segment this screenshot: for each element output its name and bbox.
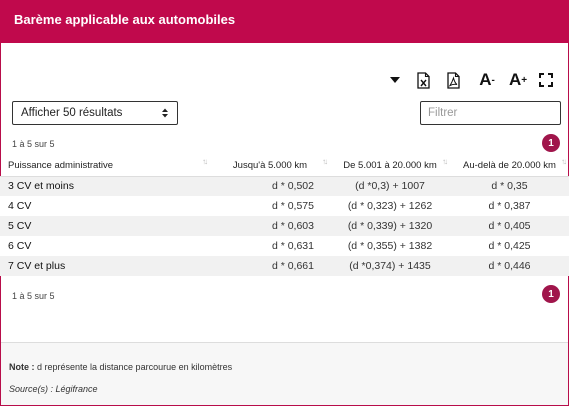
pdf-export-icon[interactable] — [444, 67, 462, 93]
source-line: Source(s) : Légifrance — [9, 384, 98, 394]
table-row: 7 CV et plus d * 0,661 (d *0,374) + 1435… — [0, 256, 569, 276]
table-cell: d * 0,661 — [210, 256, 330, 276]
page-size-value: Afficher 50 résultats — [21, 107, 123, 119]
caret-down-icon[interactable] — [388, 67, 402, 93]
table-cell: d * 0,35 — [450, 176, 569, 196]
table-footer: Note : d représente la distance parcouru… — [1, 343, 568, 405]
table-cell: d * 0,425 — [450, 236, 569, 256]
font-increase-label: A — [508, 70, 522, 89]
excel-export-icon[interactable] — [414, 67, 432, 93]
column-header-5000[interactable]: Jusqu'à 5.000 km ↑↓ — [210, 156, 330, 177]
page-size-select[interactable]: Afficher 50 résultats — [12, 101, 178, 125]
table-cell: 5 CV — [0, 216, 210, 236]
filter-placeholder: Filtrer — [428, 107, 458, 119]
sort-icon: ↑↓ — [322, 157, 328, 166]
font-decrease-icon[interactable]: A- — [476, 67, 498, 93]
source-link[interactable]: Légifrance — [53, 384, 98, 394]
sort-icon: ↑↓ — [442, 157, 448, 166]
font-decrease-label: A — [479, 70, 492, 89]
note-label: Note : — [9, 362, 35, 372]
table-row: 3 CV et moins d * 0,502 (d *0,3) + 1007 … — [0, 176, 569, 196]
widget-header: Barème applicable aux automobiles — [0, 0, 569, 43]
table-cell: 3 CV et moins — [0, 176, 210, 196]
page-title: Barème applicable aux automobiles — [14, 12, 236, 27]
pagination-page-bottom[interactable]: 1 — [542, 285, 560, 303]
table-cell: d * 0,446 — [450, 256, 569, 276]
note-text: d représente la distance parcourue en ki… — [34, 362, 233, 372]
table-cell: 7 CV et plus — [0, 256, 210, 276]
sort-icon: ↑↓ — [561, 157, 567, 166]
table-cell: 6 CV — [0, 236, 210, 256]
font-increase-sup: + — [521, 74, 528, 86]
column-header-puissance[interactable]: Puissance administrative ↑↓ — [0, 156, 210, 177]
pagination-page-top[interactable]: 1 — [542, 134, 560, 152]
column-header-20000[interactable]: De 5.001 à 20.000 km ↑↓ — [330, 156, 450, 177]
table-cell: d * 0,575 — [210, 196, 330, 216]
font-decrease-sup: - — [491, 74, 495, 86]
table-row: 6 CV d * 0,631 (d * 0,355) + 1382 d * 0,… — [0, 236, 569, 256]
table-row: 5 CV d * 0,603 (d * 0,339) + 1320 d * 0,… — [0, 216, 569, 236]
table-cell: d * 0,603 — [210, 216, 330, 236]
table-cell: (d * 0,339) + 1320 — [330, 216, 450, 236]
table-cell: (d *0,374) + 1435 — [330, 256, 450, 276]
font-increase-icon[interactable]: A + — [506, 67, 530, 93]
table-cell: d * 0,387 — [450, 196, 569, 216]
table-cell: d * 0,502 — [210, 176, 330, 196]
table-cell: d * 0,405 — [450, 216, 569, 236]
data-table: Puissance administrative ↑↓ Jusqu'à 5.00… — [0, 156, 569, 276]
filter-input[interactable]: Filtrer — [420, 101, 561, 125]
column-header-over-20000[interactable]: Au-delà de 20.000 km ↑↓ — [450, 156, 569, 177]
table-cell: 4 CV — [0, 196, 210, 216]
table-cell: (d * 0,323) + 1262 — [330, 196, 450, 216]
table-cell: (d *0,3) + 1007 — [330, 176, 450, 196]
table-cell: (d * 0,355) + 1382 — [330, 236, 450, 256]
fullscreen-icon[interactable] — [537, 67, 555, 93]
result-count-bottom: 1 à 5 sur 5 — [12, 291, 55, 301]
sort-icon: ↑↓ — [202, 157, 208, 166]
footnote: Note : d représente la distance parcouru… — [9, 362, 232, 372]
result-count-top: 1 à 5 sur 5 — [12, 139, 55, 149]
source-label: Source(s) : — [9, 384, 54, 394]
table-header-row: Puissance administrative ↑↓ Jusqu'à 5.00… — [0, 156, 569, 177]
select-arrows-icon — [162, 108, 168, 118]
table-cell: d * 0,631 — [210, 236, 330, 256]
table-row: 4 CV d * 0,575 (d * 0,323) + 1262 d * 0,… — [0, 196, 569, 216]
